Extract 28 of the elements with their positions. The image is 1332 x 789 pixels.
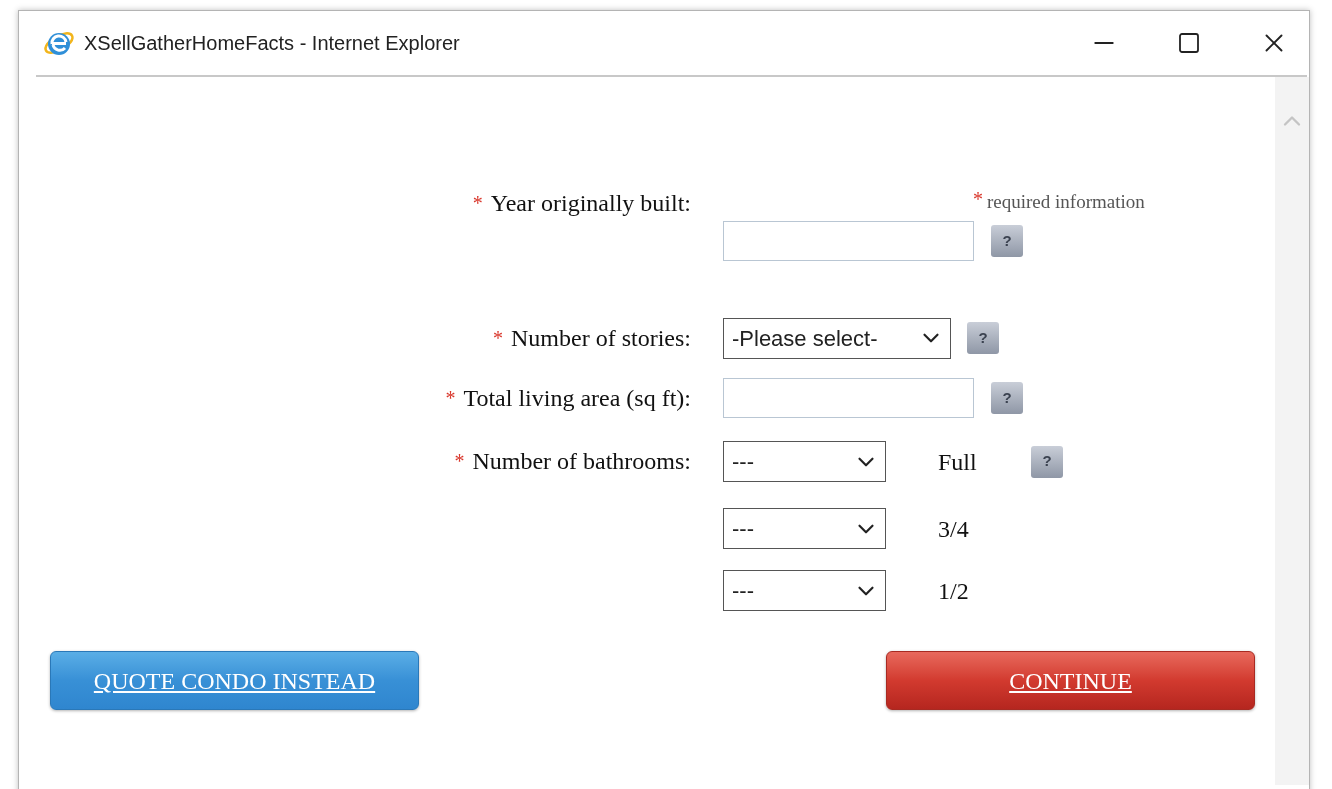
continue-button[interactable]: CONTINUE bbox=[886, 651, 1255, 710]
input-field[interactable] bbox=[723, 378, 974, 418]
field-label: Total living area (sq ft): bbox=[463, 384, 691, 413]
bathroom-type-label: 1/2 bbox=[938, 576, 970, 606]
required-mark: * bbox=[493, 326, 504, 351]
window-title: XSellGatherHomeFacts - Internet Explorer bbox=[84, 31, 460, 56]
help-button[interactable]: ? bbox=[991, 382, 1023, 414]
required-note: required information bbox=[987, 190, 1145, 214]
dropdown[interactable]: --- bbox=[723, 508, 886, 549]
field-label: Number of stories: bbox=[511, 324, 691, 353]
required-mark: * bbox=[973, 189, 983, 209]
field-label: Year originally built: bbox=[490, 189, 691, 217]
field-label: Number of bathrooms: bbox=[472, 447, 691, 476]
help-button[interactable]: ? bbox=[1031, 445, 1063, 478]
dropdown[interactable]: --- bbox=[723, 570, 886, 611]
dropdown[interactable]: -Please select- bbox=[723, 317, 951, 359]
help-button[interactable]: ? bbox=[967, 322, 999, 354]
quote-condo-button[interactable]: QUOTE CONDO INSTEAD bbox=[50, 651, 419, 710]
required-mark: * bbox=[454, 449, 465, 474]
bathroom-type-label: Full bbox=[938, 447, 978, 477]
help-button[interactable]: ? bbox=[991, 225, 1023, 257]
scrollbar[interactable] bbox=[1275, 77, 1309, 785]
dropdown[interactable]: --- bbox=[723, 441, 886, 482]
required-mark: * bbox=[445, 386, 456, 411]
required-mark: * bbox=[472, 191, 483, 216]
input-field[interactable] bbox=[723, 221, 974, 261]
maximize-icon[interactable] bbox=[1177, 31, 1201, 55]
bathroom-type-label: 3/4 bbox=[938, 514, 970, 544]
